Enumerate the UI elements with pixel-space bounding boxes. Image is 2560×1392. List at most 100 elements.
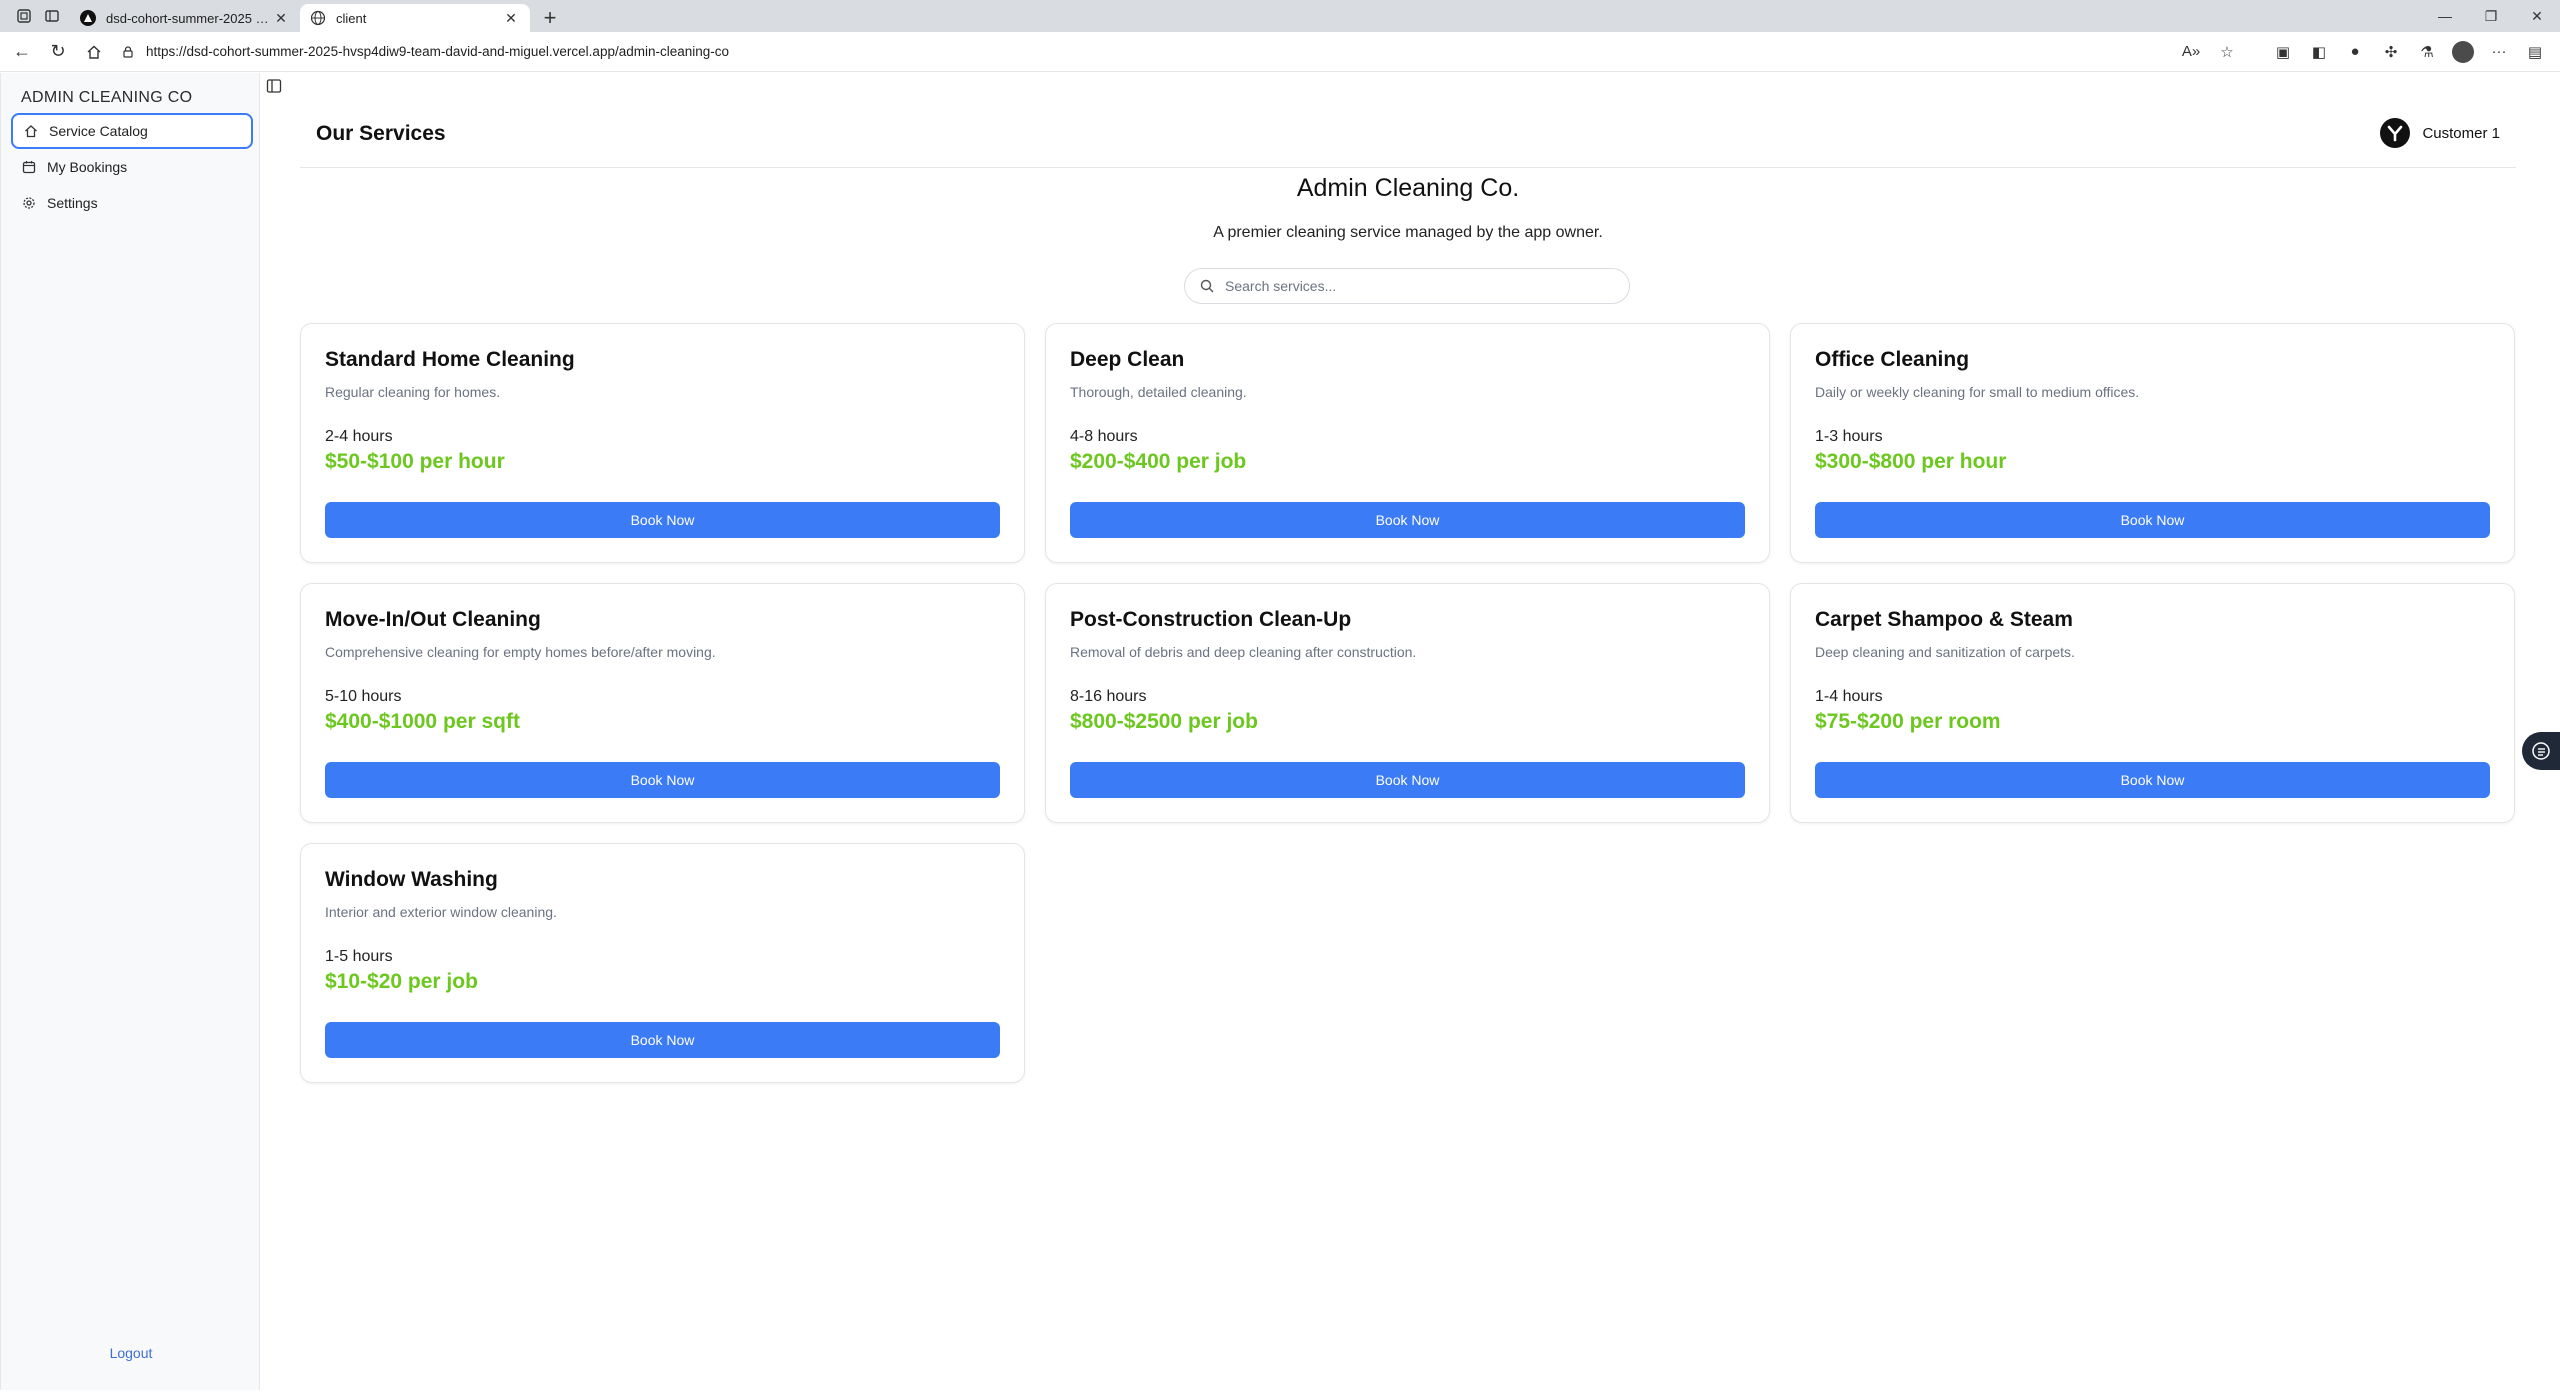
user-avatar	[2380, 118, 2411, 148]
extension-icon[interactable]: ●	[2344, 41, 2366, 63]
browser-tab-bar: dsd-cohort-summer-2025 – Depl ✕ client ✕…	[0, 0, 2560, 32]
tab-title: dsd-cohort-summer-2025 – Depl	[106, 10, 272, 26]
service-name: Office Cleaning	[1815, 348, 1970, 371]
service-card: Window Washing Interior and exterior win…	[300, 843, 1025, 1083]
service-description: Comprehensive cleaning for empty homes b…	[325, 644, 716, 660]
book-now-button[interactable]: Book Now	[1070, 502, 1745, 538]
service-card: Carpet Shampoo & Steam Deep cleaning and…	[1790, 583, 2515, 823]
service-card: Office Cleaning Daily or weekly cleaning…	[1790, 323, 2515, 563]
book-now-button[interactable]: Book Now	[1070, 762, 1745, 798]
service-price: $200-$400 per job	[1070, 450, 1247, 473]
book-now-button[interactable]: Book Now	[1815, 502, 2490, 538]
sidebar-toggle-icon[interactable]: ▤	[2524, 41, 2546, 63]
service-duration: 5-10 hours	[325, 688, 402, 705]
service-description: Thorough, detailed cleaning.	[1070, 384, 1247, 400]
list-icon	[2532, 742, 2550, 760]
sidebar-collapse-icon[interactable]	[266, 78, 282, 94]
service-description: Deep cleaning and sanitization of carpet…	[1815, 644, 2075, 660]
favorite-star-icon[interactable]: ☆	[2216, 41, 2238, 63]
gear-icon	[21, 195, 37, 211]
logout-link[interactable]: Logout	[1, 1345, 261, 1361]
sidebar-item-service-catalog[interactable]: Service Catalog	[11, 113, 253, 149]
vercel-icon	[80, 10, 96, 26]
company-name: Admin Cleaning Co.	[1296, 174, 1520, 202]
read-aloud-icon[interactable]: A»	[2180, 41, 2202, 63]
url-field[interactable]: https://dsd-cohort-summer-2025-hvsp4diw9…	[118, 38, 2168, 66]
sidebar-item-label: My Bookings	[47, 159, 128, 175]
search-input[interactable]	[1225, 278, 1605, 294]
extensions-puzzle-icon[interactable]: ✣	[2380, 41, 2402, 63]
page-title: Our Services	[316, 122, 446, 145]
service-price: $300-$800 per hour	[1815, 450, 2007, 473]
close-window-icon[interactable]: ✕	[2514, 0, 2560, 32]
refresh-icon[interactable]: ↻	[40, 36, 76, 68]
close-icon[interactable]: ✕	[272, 9, 290, 27]
extension-icon[interactable]: ◧	[2308, 41, 2330, 63]
user-menu[interactable]: Customer 1	[2380, 118, 2500, 148]
sidebar-item-my-bookings[interactable]: My Bookings	[11, 149, 253, 185]
new-tab-icon[interactable]: +	[536, 4, 564, 32]
user-name: Customer 1	[2422, 124, 2500, 142]
service-name: Deep Clean	[1070, 348, 1185, 371]
service-card: Move-In/Out Cleaning Comprehensive clean…	[300, 583, 1025, 823]
service-duration: 8-16 hours	[1070, 688, 1147, 705]
window-controls: — ❐ ✕	[2422, 0, 2560, 32]
browser-tab-client[interactable]: client ✕	[300, 4, 530, 32]
tab-actions-icon[interactable]	[42, 6, 62, 26]
browser-tab-deployments[interactable]: dsd-cohort-summer-2025 – Depl ✕	[70, 4, 300, 32]
service-duration: 1-5 hours	[325, 948, 393, 965]
sidebar-item-label: Service Catalog	[49, 123, 148, 139]
book-now-button[interactable]: Book Now	[325, 762, 1000, 798]
service-name: Move-In/Out Cleaning	[325, 608, 541, 631]
tab-title: client	[336, 10, 367, 26]
service-description: Regular cleaning for homes.	[325, 384, 501, 400]
service-duration: 2-4 hours	[325, 428, 393, 445]
calendar-icon	[21, 159, 37, 175]
close-icon[interactable]: ✕	[502, 9, 520, 27]
service-card: Deep Clean Thorough, detailed cleaning. …	[1045, 323, 1770, 563]
profile-avatar[interactable]	[2452, 40, 2474, 63]
back-icon[interactable]: ←	[4, 36, 40, 68]
service-duration: 1-4 hours	[1815, 688, 1883, 705]
service-description: Daily or weekly cleaning for small to me…	[1815, 384, 2140, 400]
service-grid: Standard Home Cleaning Regular cleaning …	[300, 323, 2516, 1083]
service-name: Standard Home Cleaning	[325, 348, 575, 371]
book-now-button[interactable]: Book Now	[325, 1022, 1000, 1058]
home-icon[interactable]	[76, 36, 112, 68]
service-price: $10-$20 per job	[325, 970, 478, 993]
service-price: $50-$100 per hour	[325, 450, 505, 473]
company-tagline: A premier cleaning service managed by th…	[1213, 224, 1603, 241]
extension-icon[interactable]: ▣	[2272, 41, 2294, 63]
more-menu-icon[interactable]: ···	[2488, 41, 2510, 63]
search-icon	[1199, 278, 1215, 294]
service-duration: 1-3 hours	[1815, 428, 1883, 445]
service-description: Interior and exterior window cleaning.	[325, 904, 557, 920]
search-box	[1184, 268, 1630, 304]
brand-title: ADMIN CLEANING CO	[21, 89, 193, 106]
sidebar-item-label: Settings	[47, 195, 98, 211]
service-price: $75-$200 per room	[1815, 710, 2001, 733]
address-bar: ← ↻ https://dsd-cohort-summer-2025-hvsp4…	[0, 32, 2560, 72]
workspaces-icon[interactable]	[14, 6, 34, 26]
home-icon	[23, 123, 39, 139]
service-price: $800-$2500 per job	[1070, 710, 1258, 733]
service-duration: 4-8 hours	[1070, 428, 1138, 445]
sidebar-item-settings[interactable]: Settings	[11, 185, 253, 221]
minimize-icon[interactable]: —	[2422, 0, 2468, 32]
site-info-icon[interactable]	[118, 42, 138, 62]
floating-chat-button[interactable]	[2522, 732, 2560, 770]
service-price: $400-$1000 per sqft	[325, 710, 520, 733]
book-now-button[interactable]: Book Now	[1815, 762, 2490, 798]
service-name: Window Washing	[325, 868, 498, 891]
service-description: Removal of debris and deep cleaning afte…	[1070, 644, 1417, 660]
service-name: Carpet Shampoo & Steam	[1815, 608, 2073, 631]
sidebar: ADMIN CLEANING CO Service Catalog My Boo…	[0, 73, 260, 1390]
service-card: Post-Construction Clean-Up Removal of de…	[1045, 583, 1770, 823]
page-header: Our Services Customer 1	[300, 112, 2516, 168]
service-name: Post-Construction Clean-Up	[1070, 608, 1352, 631]
service-card: Standard Home Cleaning Regular cleaning …	[300, 323, 1025, 563]
url-text: https://dsd-cohort-summer-2025-hvsp4diw9…	[146, 44, 730, 59]
extension-icon[interactable]: ⚗	[2416, 41, 2438, 63]
book-now-button[interactable]: Book Now	[325, 502, 1000, 538]
restore-icon[interactable]: ❐	[2468, 0, 2514, 32]
